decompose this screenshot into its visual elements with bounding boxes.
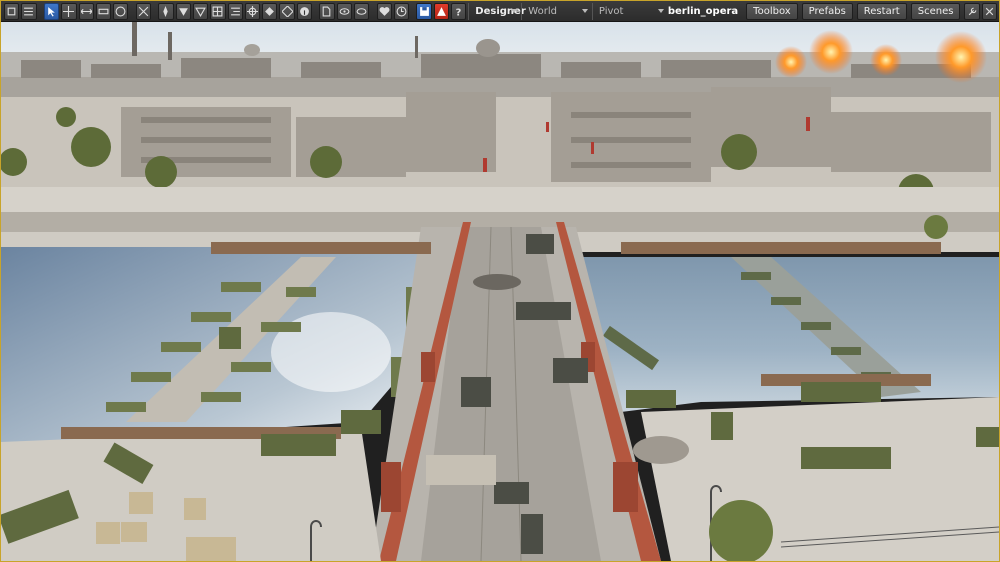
menu-icon[interactable]	[21, 2, 37, 20]
prefabs-button[interactable]: Prefabs	[801, 2, 853, 20]
diamond-icon[interactable]	[279, 2, 295, 20]
scale-icon[interactable]	[95, 2, 112, 20]
drop-down-icon[interactable]	[175, 2, 191, 20]
warning-icon[interactable]	[433, 2, 449, 20]
scene-viewport[interactable]	[1, 22, 999, 561]
toolbox-button[interactable]: Toolbox	[746, 2, 798, 20]
select-cursor-icon[interactable]	[43, 2, 60, 20]
eye-icon[interactable]	[336, 2, 352, 20]
restart-button[interactable]: Restart	[856, 2, 907, 20]
grid-icon[interactable]	[210, 2, 226, 20]
snap-icon[interactable]	[158, 2, 174, 20]
scenes-button[interactable]: Scenes	[910, 2, 961, 20]
document-icon[interactable]	[319, 2, 335, 20]
face-icon[interactable]	[113, 2, 129, 20]
pivot-dropdown[interactable]: Pivot	[591, 2, 668, 20]
save-icon[interactable]	[416, 2, 432, 20]
scene-name: berlin_opera	[667, 5, 739, 17]
chevron-down-icon	[511, 8, 518, 13]
space-dropdown[interactable]: World	[521, 2, 592, 20]
close-icon[interactable]	[981, 2, 998, 20]
scissors-icon[interactable]	[135, 2, 151, 20]
info-icon[interactable]	[296, 2, 312, 20]
mode-dropdown[interactable]: Designer	[468, 2, 526, 20]
align-icon[interactable]	[227, 2, 243, 20]
drop-outline-icon[interactable]	[192, 2, 209, 20]
crosshair-icon[interactable]	[244, 2, 261, 20]
help-icon[interactable]: ?	[451, 2, 467, 20]
clock-icon[interactable]	[393, 2, 410, 20]
eye-alt-icon[interactable]	[353, 2, 370, 20]
scene-render	[1, 22, 999, 561]
heart-icon[interactable]	[376, 2, 392, 20]
wrench-icon[interactable]	[964, 2, 980, 20]
move-horizontal-icon[interactable]	[78, 2, 94, 20]
space-dropdown-value: World	[528, 5, 557, 17]
editor-toolbar: ? Designer World Pivot berlin_opera Tool…	[1, 1, 999, 22]
pivot-dropdown-value: Pivot	[598, 5, 624, 17]
move-icon[interactable]	[61, 2, 77, 20]
pin-icon[interactable]	[262, 2, 278, 20]
chevron-down-icon	[581, 8, 588, 13]
chevron-down-icon	[657, 8, 664, 13]
tool-icon[interactable]	[4, 2, 20, 20]
svg-text:?: ?	[456, 7, 462, 17]
mode-dropdown-value: Designer	[475, 5, 526, 17]
